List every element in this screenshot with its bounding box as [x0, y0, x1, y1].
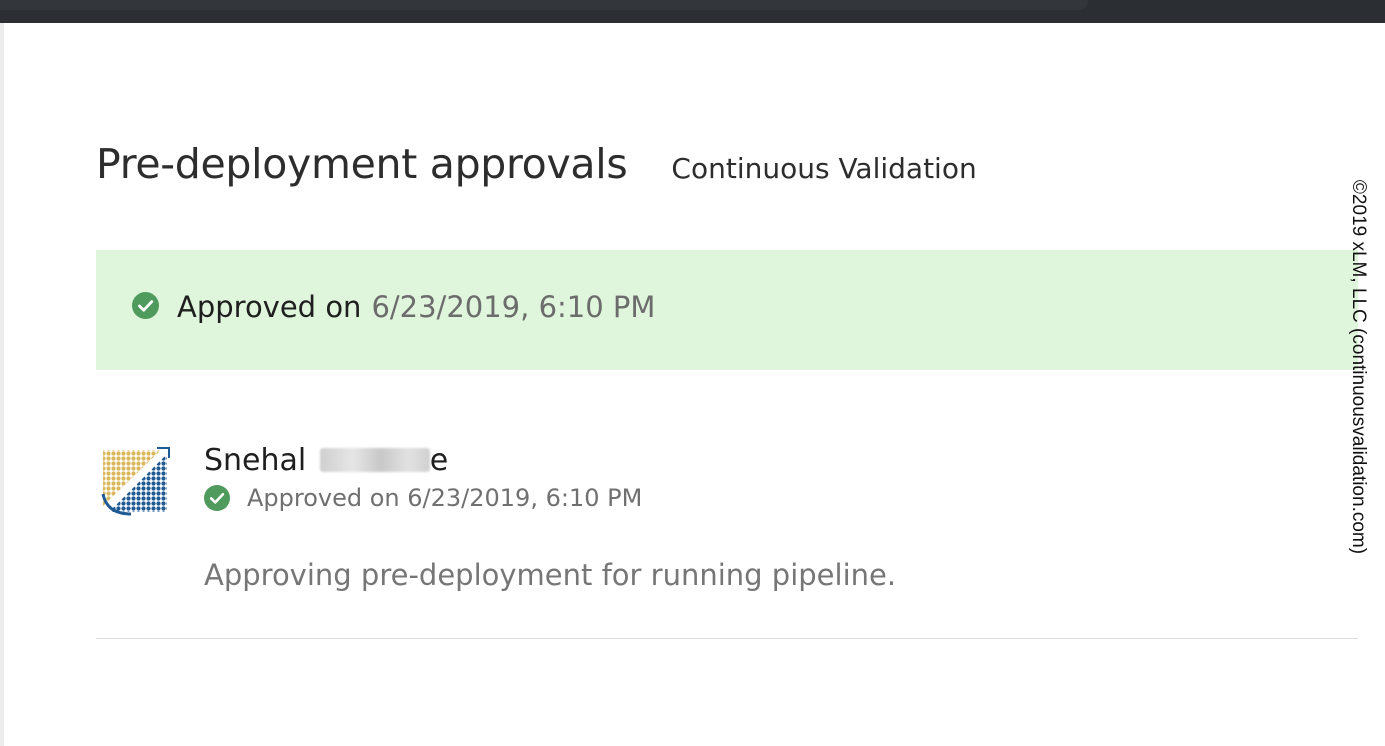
banner-row: Approved on 6/23/2019, 6:10 PM	[132, 290, 655, 324]
company-logo-avatar	[101, 447, 170, 516]
divider	[96, 638, 1358, 639]
approver-status-text: Approved on 6/23/2019, 6:10 PM	[247, 484, 643, 512]
panel-header: Pre-deployment approvals Continuous Vali…	[96, 140, 977, 188]
redacted-name	[319, 448, 430, 472]
left-panel-edge	[0, 23, 4, 746]
copyright-watermark: ©2019 xLM, LLC (continuousvalidation.com…	[1344, 160, 1372, 574]
watermark-text: ©2019 xLM, LLC (continuousvalidation.com…	[1348, 179, 1369, 555]
top-bar-tab	[0, 0, 1088, 10]
release-name: Continuous Validation	[671, 152, 977, 185]
banner-date: 6/23/2019, 6:10 PM	[371, 290, 656, 324]
check-circle-icon	[132, 291, 159, 319]
page-title: Pre-deployment approvals	[96, 140, 628, 188]
approver-name: Snehal e	[204, 443, 448, 478]
approval-status-banner: Approved on 6/23/2019, 6:10 PM	[96, 250, 1358, 370]
approver-name-text: Snehal	[204, 443, 307, 478]
check-circle-icon	[204, 485, 230, 511]
approvals-panel: Pre-deployment approvals Continuous Vali…	[96, 23, 1358, 746]
banner-label: Approved on	[177, 290, 362, 324]
top-bar	[0, 0, 1385, 23]
approval-comment: Approving pre-deployment for running pip…	[204, 558, 897, 592]
approver-name-tail: e	[429, 443, 449, 478]
approver-status: Approved on 6/23/2019, 6:10 PM	[204, 484, 642, 512]
